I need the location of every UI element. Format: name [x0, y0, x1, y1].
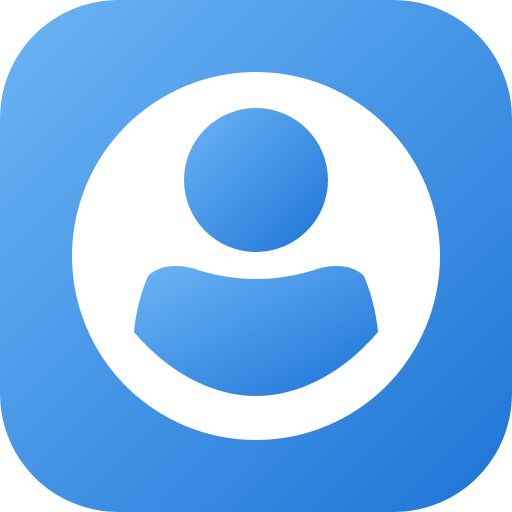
user-profile-app-icon[interactable]	[0, 0, 512, 512]
avatar-head	[184, 108, 328, 252]
user-profile-icon	[0, 0, 512, 512]
